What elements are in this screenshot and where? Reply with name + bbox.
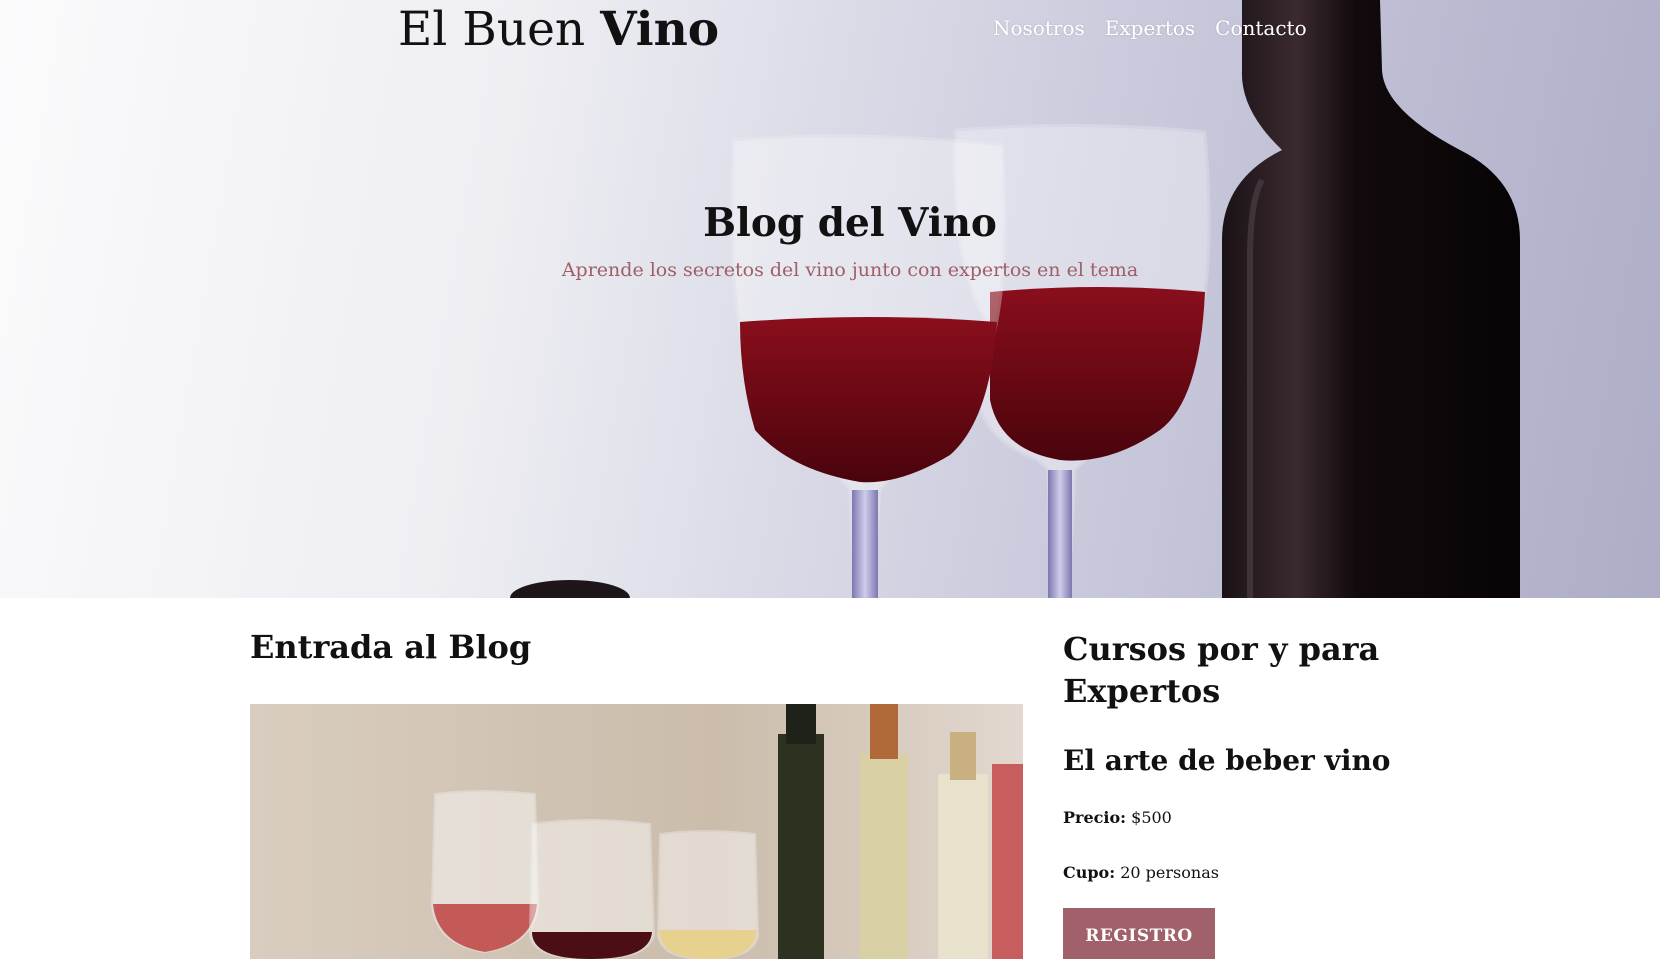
hero-title: Blog del Vino xyxy=(703,200,997,246)
register-button[interactable]: REGISTRO xyxy=(1063,908,1215,959)
nav-link-expertos[interactable]: Expertos xyxy=(1105,16,1195,40)
price-label: Precio: xyxy=(1063,808,1127,827)
main-nav: Nosotros Expertos Contacto xyxy=(993,16,1307,40)
hero-subtitle: Aprende los secretos del vino junto con … xyxy=(561,259,1139,281)
wine-glasses-hero-image xyxy=(510,0,1520,598)
hero-banner: El Buen Vino Nosotros Expertos Contacto … xyxy=(0,0,1660,598)
price-value: $500 xyxy=(1131,808,1172,827)
cupo-label: Cupo: xyxy=(1063,863,1116,882)
nav-link-contacto[interactable]: Contacto xyxy=(1215,16,1306,40)
logo-text-light: El Buen xyxy=(398,2,586,57)
wine-bottles-glasses-image xyxy=(250,704,1023,959)
course-capacity: Cupo: 20 personas xyxy=(1063,863,1219,882)
cupo-value: 20 personas xyxy=(1120,863,1219,882)
blog-entry-image xyxy=(250,704,1023,959)
nav-link-nosotros[interactable]: Nosotros xyxy=(993,16,1085,40)
site-logo[interactable]: El Buen Vino xyxy=(398,2,719,57)
course-price: Precio: $500 xyxy=(1063,808,1172,827)
courses-section-heading: Cursos por y para Expertos xyxy=(1063,630,1380,710)
blog-section-heading: Entrada al Blog xyxy=(250,628,532,666)
logo-text-bold: Vino xyxy=(600,2,720,57)
course-title: El arte de beber vino xyxy=(1063,744,1391,777)
